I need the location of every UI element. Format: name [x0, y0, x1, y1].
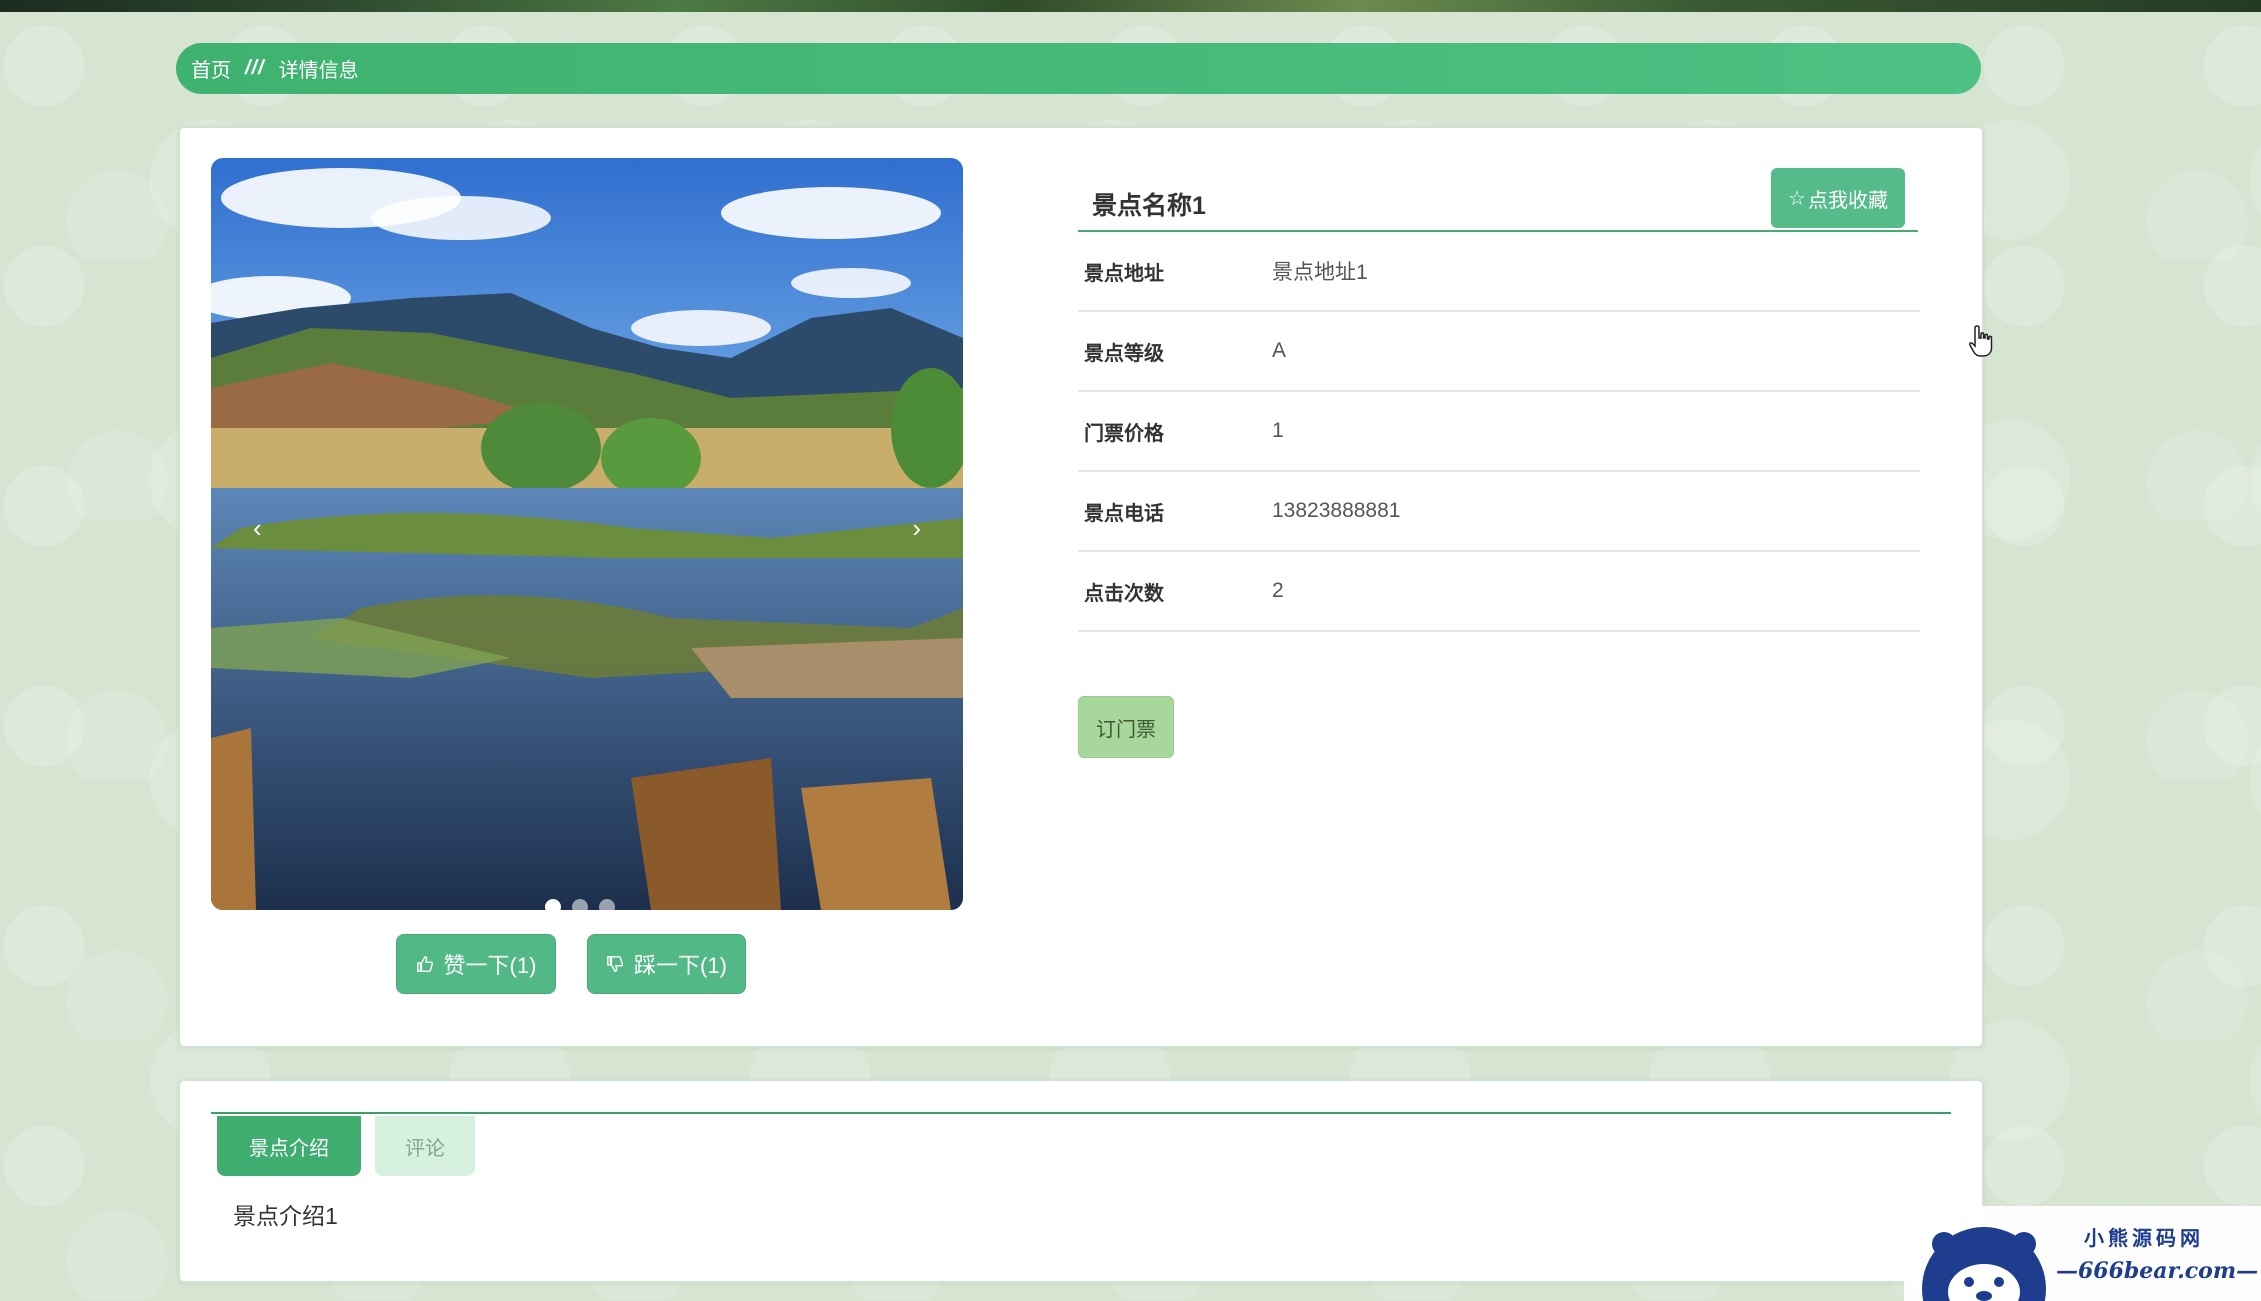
watermark: 小熊源码网 —666bear.com— [1904, 1206, 2261, 1301]
watermark-url: —666bear.com— [2056, 1258, 2259, 1284]
carousel-dot[interactable] [572, 899, 588, 910]
book-ticket-button[interactable]: 订门票 [1078, 696, 1174, 758]
like-label: 赞一下(1) [443, 953, 537, 978]
title-row: 景点名称1 ☆ 点我收藏 [1078, 168, 1918, 232]
info-label: 景点电话 [1084, 502, 1164, 525]
info-value: 2 [1272, 579, 1284, 602]
info-value: 13823888881 [1272, 499, 1401, 522]
tabs-card: 景点介绍 评论 景点介绍1 [178, 1079, 1984, 1283]
info-row-address: 景点地址 景点地址1 [1078, 232, 1920, 312]
thumbs-up-icon [416, 956, 433, 972]
breadcrumb-home[interactable]: 首页 [191, 54, 231, 83]
tab-content-text: 景点介绍1 [233, 1203, 338, 1229]
breadcrumb-current: 详情信息 [278, 60, 359, 82]
like-button[interactable]: 赞一下(1) [396, 934, 556, 994]
info-label: 门票价格 [1084, 422, 1164, 445]
info-table: 景点地址 景点地址1 景点等级 A 门票价格 1 景点电话 1382388888… [1078, 232, 1920, 632]
tab-introduction[interactable]: 景点介绍 [217, 1116, 361, 1176]
info-row-clicks: 点击次数 2 [1078, 552, 1920, 632]
info-label: 景点等级 [1084, 342, 1164, 365]
info-label: 点击次数 [1084, 582, 1164, 605]
breadcrumb-separator: /// [245, 57, 265, 79]
info-row-price: 门票价格 1 [1078, 392, 1920, 472]
spot-name: 景点名称1 [1092, 192, 1206, 220]
image-carousel[interactable]: ‹ › [211, 158, 963, 910]
dislike-label: 踩一下(1) [634, 953, 727, 978]
dislike-button[interactable]: 踩一下(1) [587, 934, 746, 994]
watermark-title: 小熊源码网 [2084, 1226, 2204, 1250]
carousel-dot[interactable] [545, 899, 561, 910]
breadcrumb: 首页 /// 详情信息 [176, 43, 1981, 94]
info-label: 景点地址 [1084, 262, 1164, 285]
tab-divider [211, 1112, 1951, 1114]
star-icon: ☆ [1788, 187, 1806, 210]
favorite-label: 点我收藏 [1807, 189, 1888, 212]
thumbs-down-icon [607, 956, 624, 972]
carousel-indicators [545, 899, 615, 910]
info-row-level: 景点等级 A [1078, 312, 1920, 392]
carousel-dot[interactable] [599, 899, 615, 910]
hand-cursor-icon [1969, 325, 1993, 357]
info-value: 1 [1272, 419, 1284, 442]
info-value: 景点地址1 [1272, 261, 1368, 284]
info-value: A [1272, 339, 1287, 362]
carousel-next-button[interactable]: › [912, 513, 921, 544]
scenery-image [211, 158, 963, 910]
tab-comments[interactable]: 评论 [375, 1116, 475, 1176]
bear-logo-icon [1922, 1227, 2046, 1301]
info-row-phone: 景点电话 13823888881 [1078, 472, 1920, 552]
top-banner-strip [0, 0, 2261, 12]
carousel-prev-button[interactable]: ‹ [253, 513, 262, 544]
detail-card: ‹ › 赞一下(1) 踩一下(1) 景点名称1 ☆ 点我收藏 景点地址 景点地址… [178, 126, 1993, 1048]
favorite-button[interactable]: ☆ 点我收藏 [1771, 168, 1905, 228]
